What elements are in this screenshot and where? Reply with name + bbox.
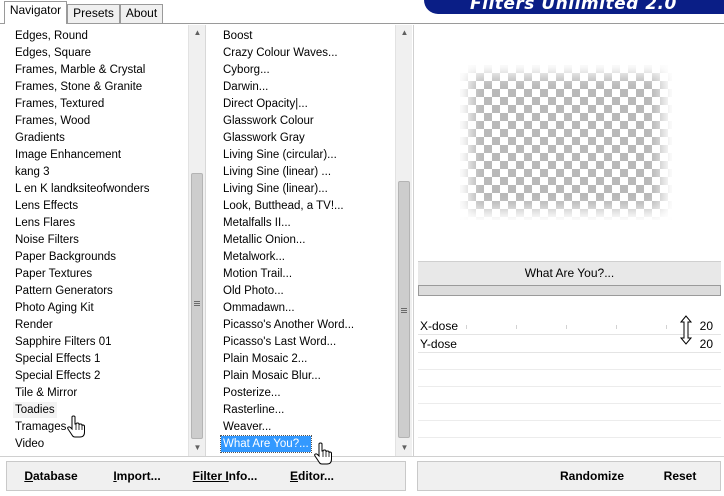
category-item[interactable]: Tile & Mirror bbox=[15, 385, 77, 401]
filter-item[interactable]: Ommadawn... bbox=[223, 300, 295, 316]
tab-divider bbox=[0, 23, 724, 24]
category-item[interactable]: Frames, Stone & Granite bbox=[15, 79, 142, 95]
filter-item[interactable]: Cyborg... bbox=[223, 62, 270, 78]
slider-ticks bbox=[466, 325, 676, 335]
category-item[interactable]: Edges, Round bbox=[15, 28, 88, 44]
category-item[interactable]: Noise Filters bbox=[15, 232, 79, 248]
filter-scrollbar[interactable]: ▲ ▼ bbox=[395, 25, 412, 456]
control-label: X-dose bbox=[420, 319, 459, 333]
brand-title: Filters Unlimited 2.0 bbox=[470, 0, 677, 14]
control-row-y-dose[interactable]: Y-dose 20 bbox=[418, 335, 721, 353]
filter-item[interactable]: Plain Mosaic Blur... bbox=[223, 368, 321, 384]
filter-item[interactable]: Old Photo... bbox=[223, 283, 284, 299]
category-item[interactable]: Special Effects 2 bbox=[15, 368, 100, 384]
control-value: 20 bbox=[699, 319, 713, 333]
category-list: Edges, Round Edges, Square Frames, Marble … bbox=[0, 25, 206, 456]
filter-item[interactable]: Metalfalls II... bbox=[223, 215, 291, 231]
filter-item[interactable]: Posterize... bbox=[223, 385, 281, 401]
filter-item[interactable]: Look, Butthead, a TV!... bbox=[223, 198, 344, 214]
hand-cursor-icon bbox=[67, 415, 85, 438]
filter-item[interactable]: Weaver... bbox=[223, 419, 271, 435]
category-item[interactable]: Gradients bbox=[15, 130, 65, 146]
database-button[interactable]: Database bbox=[9, 462, 93, 490]
tab-navigator[interactable]: Navigator bbox=[4, 1, 67, 24]
preview-pane: What Are You?... X-dose 20 Y-dose 20 bbox=[413, 25, 724, 456]
resize-updown-icon bbox=[679, 315, 693, 345]
filter-item[interactable]: Motion Trail... bbox=[223, 266, 292, 282]
progress-bar bbox=[418, 285, 721, 296]
category-item[interactable]: Video bbox=[15, 436, 44, 452]
category-item[interactable]: Frames, Marble & Crystal bbox=[15, 62, 145, 78]
category-item[interactable]: Image Enhancement bbox=[15, 147, 121, 163]
category-scrollbar[interactable]: ▲ ▼ bbox=[188, 25, 205, 456]
filter-item[interactable]: Direct Opacity|... bbox=[223, 96, 308, 112]
scroll-up-icon[interactable]: ▲ bbox=[189, 25, 206, 41]
reset-button[interactable]: Reset bbox=[648, 462, 712, 490]
filter-items: Boost Crazy Colour Waves... Cyborg... Darwi… bbox=[214, 25, 394, 456]
randomize-button[interactable]: Randomize bbox=[536, 462, 648, 490]
filter-item[interactable]: Glasswork Gray bbox=[223, 130, 305, 146]
control-row-empty bbox=[418, 421, 721, 438]
category-item[interactable]: Paper Backgrounds bbox=[15, 249, 116, 265]
scroll-down-icon[interactable]: ▼ bbox=[396, 440, 413, 456]
import-button[interactable]: Import... bbox=[97, 462, 177, 490]
bottom-bar: Database Import... Filter Info... Editor… bbox=[0, 456, 724, 496]
category-item[interactable]: Tramages bbox=[15, 419, 66, 435]
filter-item[interactable]: Metalwork... bbox=[223, 249, 285, 265]
category-item[interactable]: Toadies bbox=[13, 402, 57, 418]
category-item[interactable]: Render bbox=[15, 317, 53, 333]
category-item[interactable]: Frames, Textured bbox=[15, 96, 104, 112]
control-row-empty bbox=[418, 353, 721, 370]
tab-presets[interactable]: Presets bbox=[67, 4, 120, 23]
filter-item[interactable]: Glasswork Colour bbox=[223, 113, 314, 129]
filter-item[interactable]: Picasso's Last Word... bbox=[223, 334, 336, 350]
category-item[interactable]: Photo Aging Kit bbox=[15, 300, 94, 316]
filter-scroll-thumb[interactable] bbox=[398, 181, 410, 438]
filter-list: Boost Crazy Colour Waves... Cyborg... Darwi… bbox=[214, 25, 412, 456]
right-button-group: Randomize Reset bbox=[417, 461, 721, 491]
tab-about[interactable]: About bbox=[120, 4, 163, 23]
filter-item[interactable]: Metallic Onion... bbox=[223, 232, 305, 248]
category-item[interactable]: Frames, Wood bbox=[15, 113, 90, 129]
filter-item[interactable]: Boost bbox=[223, 28, 252, 44]
category-item[interactable]: L en K landksiteofwonders bbox=[15, 181, 149, 197]
brand-banner: Filters Unlimited 2.0 bbox=[424, 0, 724, 14]
control-row-empty bbox=[418, 404, 721, 421]
filter-item[interactable]: Darwin... bbox=[223, 79, 268, 95]
filter-item[interactable]: Picasso's Another Word... bbox=[223, 317, 354, 333]
control-value: 20 bbox=[699, 337, 713, 351]
editor-button[interactable]: Editor... bbox=[273, 462, 351, 490]
filter-item[interactable]: Crazy Colour Waves... bbox=[223, 45, 338, 61]
filter-item[interactable]: Living Sine (linear)... bbox=[223, 181, 328, 197]
category-item[interactable]: Paper Textures bbox=[15, 266, 92, 282]
filter-info-button[interactable]: Filter Info... bbox=[181, 462, 269, 490]
category-item[interactable]: Special Effects 1 bbox=[15, 351, 100, 367]
filter-item[interactable]: Plain Mosaic 2... bbox=[223, 351, 307, 367]
scroll-down-icon[interactable]: ▼ bbox=[189, 440, 206, 456]
category-item[interactable]: kang 3 bbox=[15, 164, 50, 180]
filter-item[interactable]: What Are You?... bbox=[220, 435, 312, 453]
category-item[interactable]: Pattern Generators bbox=[15, 283, 113, 299]
filter-item[interactable]: Rasterline... bbox=[223, 402, 284, 418]
category-item[interactable]: Edges, Square bbox=[15, 45, 91, 61]
tab-bar: Navigator Presets About Filters Unlimite… bbox=[0, 0, 724, 24]
control-row-empty bbox=[418, 387, 721, 404]
control-row-x-dose[interactable]: X-dose 20 bbox=[418, 317, 721, 335]
category-items: Edges, Round Edges, Square Frames, Marble … bbox=[0, 25, 188, 456]
category-item[interactable]: Sapphire Filters 01 bbox=[15, 334, 112, 350]
scroll-up-icon[interactable]: ▲ bbox=[396, 25, 413, 41]
control-row-empty bbox=[418, 370, 721, 387]
hand-cursor-icon bbox=[314, 442, 332, 465]
filter-item[interactable]: Living Sine (circular)... bbox=[223, 147, 337, 163]
filter-title: What Are You?... bbox=[418, 261, 721, 285]
left-button-group: Database Import... Filter Info... Editor… bbox=[6, 461, 406, 491]
filter-item[interactable]: Living Sine (linear) ... bbox=[223, 164, 331, 180]
category-item[interactable]: Lens Flares bbox=[15, 215, 75, 231]
control-label: Y-dose bbox=[420, 337, 457, 351]
preview-image bbox=[460, 65, 672, 220]
category-item[interactable]: Lens Effects bbox=[15, 198, 78, 214]
category-scroll-thumb[interactable] bbox=[191, 173, 203, 439]
